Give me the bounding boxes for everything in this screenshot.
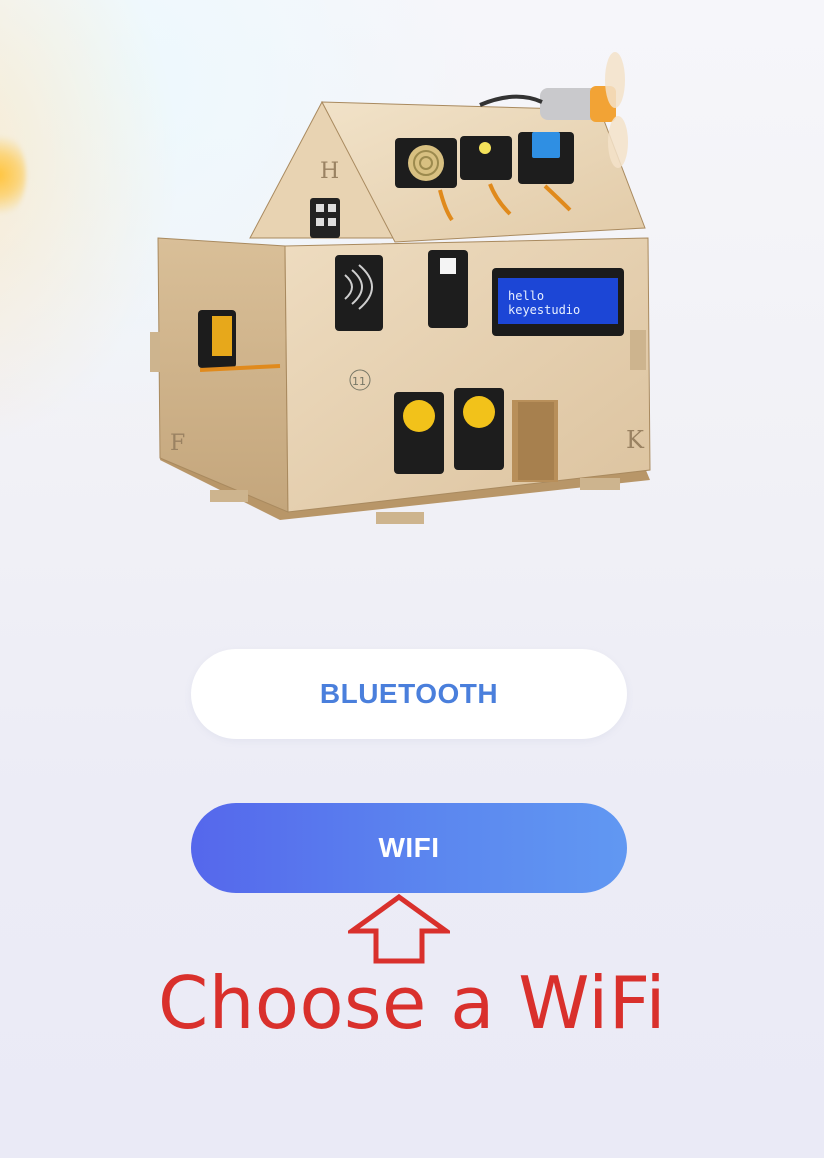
roof-letter: H: [320, 159, 339, 184]
panel-number: 11: [352, 375, 366, 388]
decorative-glow: [0, 130, 26, 220]
smart-home-kit-image: H hello keyestudio 11 F K: [150, 52, 651, 524]
left-wall-letter: F: [170, 431, 185, 456]
right-wall-letter: K: [626, 426, 645, 454]
lcd-line-1: hello: [508, 289, 544, 303]
bluetooth-button-label: BLUETOOTH: [319, 678, 499, 709]
up-arrow-outline-icon: [348, 893, 450, 964]
wifi-button-label: WIFI: [378, 832, 440, 863]
choose-wifi-annotation: Choose a WiFi: [157, 961, 666, 1045]
bluetooth-button[interactable]: BLUETOOTH: [191, 649, 627, 739]
wifi-button[interactable]: WIFI: [191, 803, 627, 893]
lcd-line-2: keyestudio: [508, 303, 580, 317]
